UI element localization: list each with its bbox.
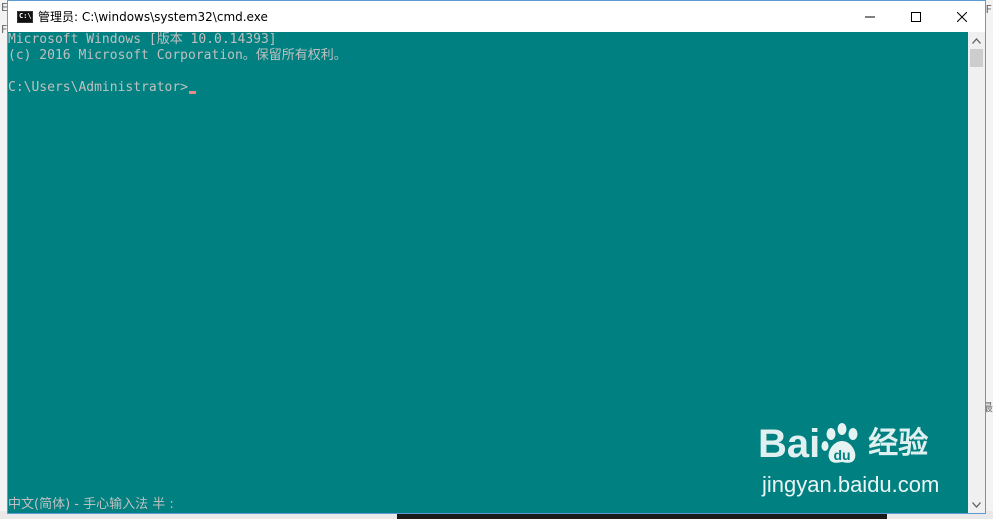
- desktop-screen: E F F 最 C:\ 管理员: C:\windows\system32\cmd…: [0, 0, 993, 519]
- ime-status-bar: 中文(简体) - 手心输入法 半 :: [8, 497, 174, 512]
- cmd-app-icon-label: C:\: [19, 12, 32, 20]
- command-prompt-line[interactable]: C:\Users\Administrator>: [8, 80, 969, 96]
- background-window-right-edge: [985, 0, 993, 519]
- close-button[interactable]: [939, 1, 985, 32]
- cmd-app-icon[interactable]: C:\: [17, 10, 33, 23]
- baidu-jingyan-watermark: Bai du 经验 jingyan.baidu.com: [758, 408, 958, 508]
- minimize-button[interactable]: [847, 1, 893, 32]
- window-controls: [847, 1, 985, 32]
- scroll-up-button[interactable]: [968, 32, 985, 49]
- minimize-icon: [865, 16, 875, 17]
- maximize-button[interactable]: [893, 1, 939, 32]
- maximize-icon: [911, 11, 921, 22]
- console-line: (c) 2016 Microsoft Corporation。保留所有权利。: [8, 48, 347, 63]
- scroll-down-button[interactable]: [968, 496, 985, 513]
- background-right-char: F: [985, 3, 992, 16]
- scroll-thumb[interactable]: [970, 49, 983, 67]
- console-line: Microsoft Windows [版本 10.0.14393]: [8, 32, 277, 47]
- baidu-du-text: du: [834, 447, 851, 463]
- chevron-down-icon: [972, 501, 981, 508]
- baidu-logo: Bai du 经验: [758, 422, 928, 466]
- chevron-up-icon: [972, 37, 981, 44]
- command-prompt: C:\Users\Administrator>: [8, 80, 189, 95]
- baidu-logo-text: Bai: [758, 422, 821, 466]
- baidu-paw-icon: du: [821, 422, 863, 466]
- title-bar[interactable]: C:\ 管理员: C:\windows\system32\cmd.exe: [8, 1, 985, 32]
- watermark-url: jingyan.baidu.com: [762, 472, 940, 497]
- window-title: 管理员: C:\windows\system32\cmd.exe: [38, 10, 268, 24]
- vertical-scrollbar[interactable]: [968, 32, 985, 513]
- jingyan-text: 经验: [868, 426, 929, 461]
- text-cursor: [189, 91, 197, 94]
- close-icon: [957, 11, 967, 22]
